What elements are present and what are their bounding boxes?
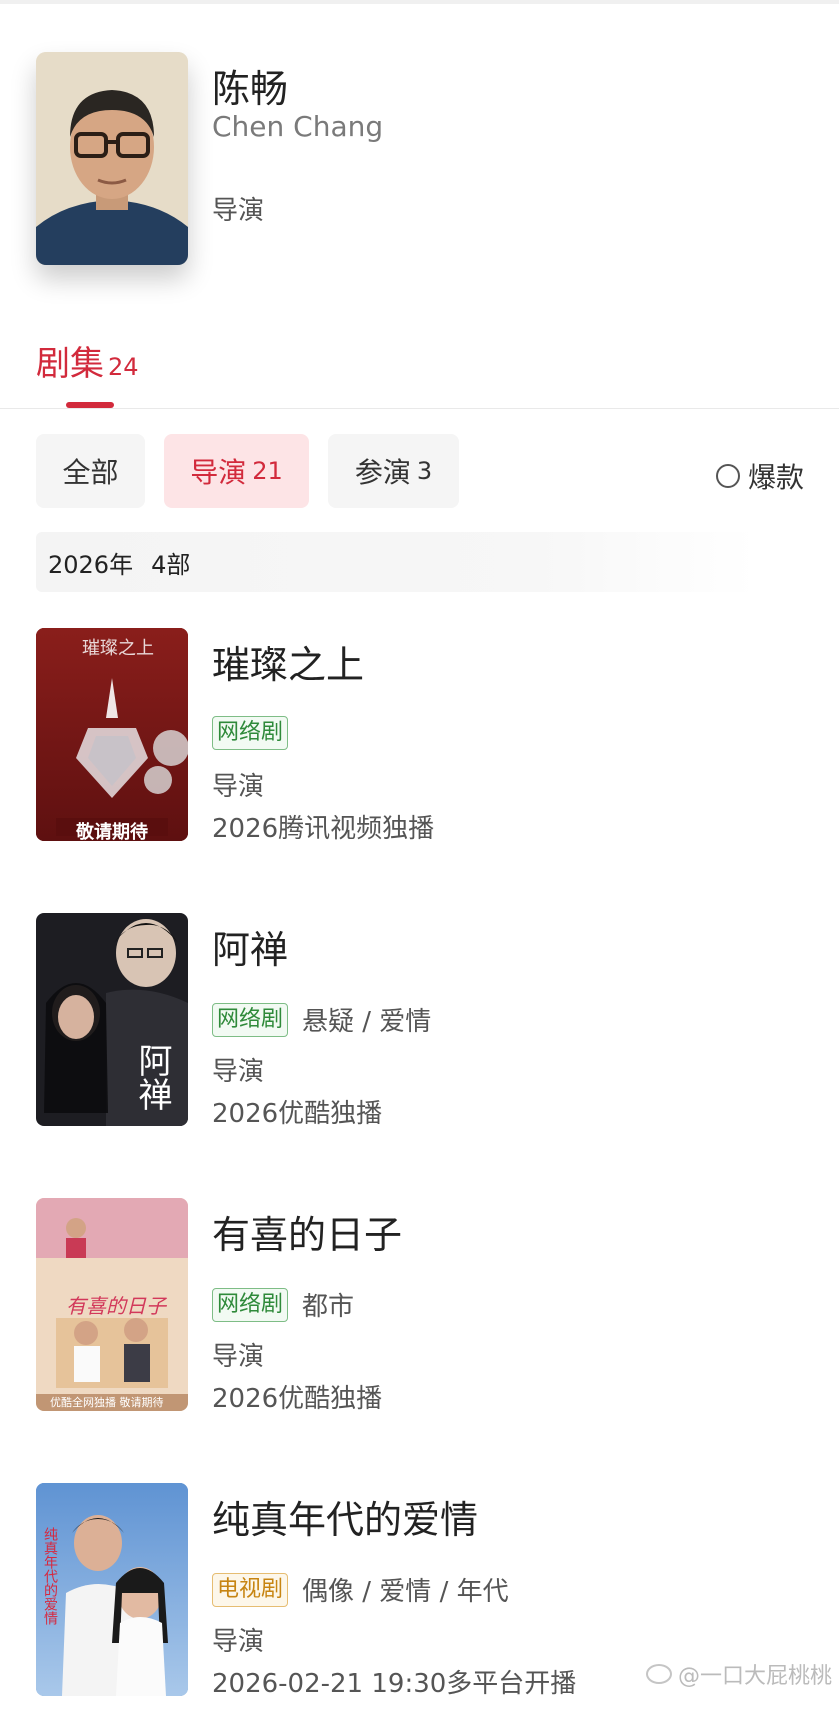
show-type-badge: 网络剧 (212, 716, 289, 750)
poster-title-text: 阿禅 (132, 1043, 172, 1111)
year-group-header: 2026年 4部 (36, 532, 756, 592)
show-poster[interactable]: 纯真年代的爱情 (36, 1483, 188, 1696)
person-name-cn: 陈畅 (212, 67, 289, 111)
watermark: @一口大屁桃桃 (646, 1658, 832, 1690)
list-item[interactable]: 有喜的日子 优酷全网独播 敬请期待 有喜的日子 网络剧 都市 导演 2026优酷… (0, 1198, 839, 1428)
show-poster[interactable]: 阿禅 (36, 913, 188, 1126)
show-role: 导演 (212, 1342, 265, 1372)
show-title[interactable]: 璀璨之上 (212, 634, 364, 689)
show-meta: 网络剧 悬疑 / 爱情 (212, 1001, 431, 1038)
filter-actor-button[interactable]: 参演 3 (328, 434, 459, 508)
filter-director-button[interactable]: 导演 21 (164, 434, 309, 508)
filter-director-count: 21 (252, 457, 283, 485)
show-type-badge: 网络剧 (212, 1002, 289, 1037)
show-meta: 电视剧 偶像 / 爱情 / 年代 (212, 1571, 509, 1608)
avatar-portrait (36, 52, 188, 265)
avatar[interactable] (36, 52, 188, 265)
tab-series[interactable]: 剧集 24 (36, 336, 139, 385)
filter-actor-count: 3 (416, 457, 433, 485)
show-role: 导演 (212, 1627, 265, 1657)
watermark-text: @一口大屁桃桃 (678, 1664, 833, 1689)
show-release-info: 2026-02-21 19:30多平台开播 (212, 1669, 577, 1699)
show-release-info: 2026优酷独播 (212, 1099, 383, 1129)
list-item[interactable]: 阿禅 阿禅 网络剧 悬疑 / 爱情 导演 2026优酷独播 (0, 913, 839, 1143)
show-genres: 偶像 / 爱情 / 年代 (302, 1577, 509, 1607)
show-poster[interactable]: 璀璨之上 敬请期待 (36, 628, 188, 841)
hit-filter-toggle[interactable]: 爆款 (716, 456, 804, 496)
show-type-badge: 电视剧 (212, 1572, 289, 1607)
year-label: 2026年 (48, 550, 134, 579)
show-genres: 悬疑 / 爱情 (302, 1007, 432, 1037)
radio-icon (716, 464, 740, 488)
show-poster[interactable]: 有喜的日子 优酷全网独播 敬请期待 (36, 1198, 188, 1411)
show-title[interactable]: 有喜的日子 (212, 1204, 402, 1259)
poster-caption-text: 优酷全网独播 敬请期待 (50, 1396, 164, 1409)
poster-caption-text: 敬请期待 (76, 822, 148, 841)
show-genres: 都市 (302, 1292, 355, 1322)
tabs-divider (0, 408, 839, 409)
show-role: 导演 (212, 1057, 265, 1087)
list-item[interactable]: 璀璨之上 敬请期待 璀璨之上 网络剧 导演 2026腾讯视频独播 (0, 628, 839, 858)
weibo-icon (646, 1664, 672, 1684)
top-divider (0, 0, 839, 4)
show-meta: 网络剧 都市 (212, 1286, 354, 1323)
hit-filter-label: 爆款 (748, 461, 805, 494)
show-release-info: 2026腾讯视频独播 (212, 814, 435, 844)
poster-title-text: 有喜的日子 (66, 1294, 166, 1318)
year-count: 4部 (151, 550, 191, 579)
show-role: 导演 (212, 772, 265, 802)
tab-series-label: 剧集 (36, 344, 104, 384)
filter-actor-label: 参演 (354, 456, 411, 489)
show-title[interactable]: 阿禅 (212, 919, 288, 974)
filter-all-button[interactable]: 全部 (36, 434, 145, 508)
person-name-en: Chen Chang (212, 110, 384, 143)
show-release-info: 2026优酷独播 (212, 1384, 383, 1414)
filter-all-label: 全部 (62, 456, 119, 489)
filter-director-label: 导演 (190, 456, 247, 489)
poster-title-text: 璀璨之上 (82, 638, 154, 659)
show-meta: 网络剧 (212, 716, 289, 750)
show-title[interactable]: 纯真年代的爱情 (212, 1489, 478, 1544)
person-role: 导演 (212, 196, 265, 226)
show-type-badge: 网络剧 (212, 1287, 289, 1322)
tab-series-count: 24 (108, 353, 139, 381)
poster-title-text: 纯真年代的爱情 (42, 1527, 58, 1625)
